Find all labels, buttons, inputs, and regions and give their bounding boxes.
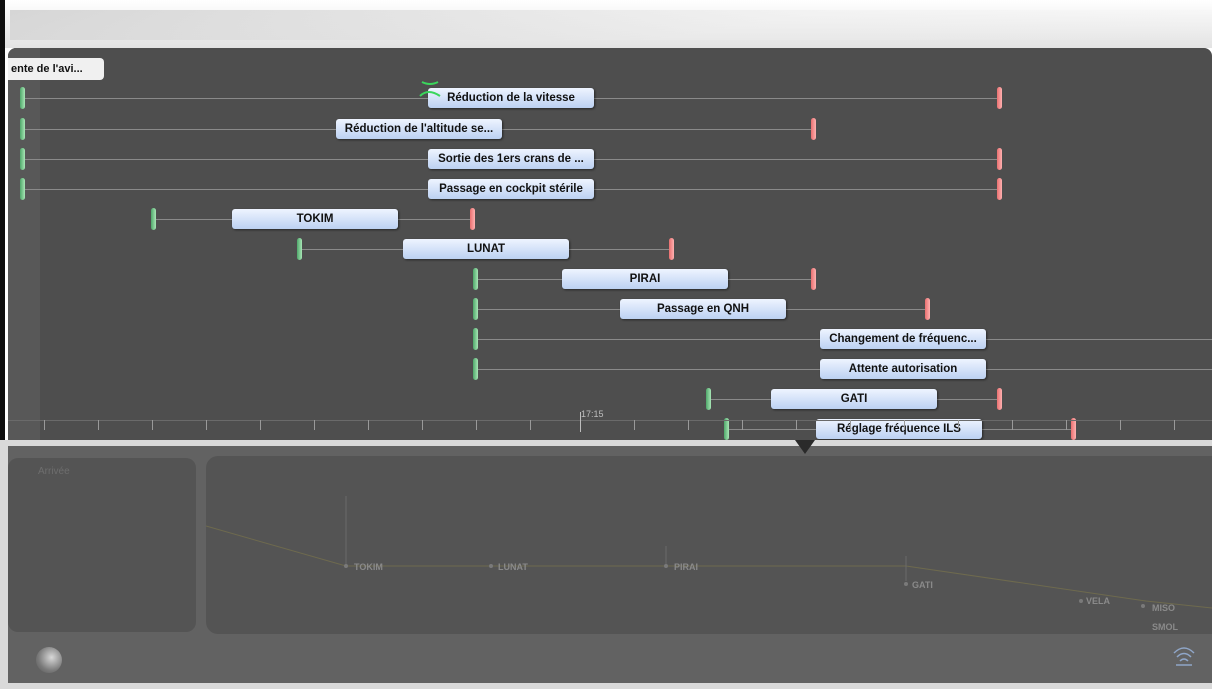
start-marker[interactable] [20, 178, 25, 200]
axis-tick [1012, 420, 1013, 430]
axis-tick [1066, 420, 1067, 430]
waypoint-label: VELA [1086, 596, 1111, 606]
axis-tick [422, 420, 423, 430]
end-marker[interactable] [470, 208, 475, 230]
axis-tick [634, 420, 635, 430]
end-marker[interactable] [997, 388, 1002, 410]
axis-tick [904, 420, 905, 430]
start-marker[interactable] [473, 298, 478, 320]
start-marker[interactable] [20, 148, 25, 170]
axis-tick [476, 420, 477, 430]
axis-tick [314, 420, 315, 430]
axis-tick [1174, 420, 1175, 430]
time-axis[interactable]: 17:15 [8, 409, 1212, 440]
axis-tick [260, 420, 261, 430]
start-marker[interactable] [20, 87, 25, 109]
end-marker[interactable] [811, 268, 816, 290]
event-label[interactable]: Réduction de l'altitude se... [336, 119, 502, 139]
minimap-route [206, 496, 1212, 609]
axis-tick [44, 420, 45, 430]
time-axis-line [8, 420, 1212, 421]
axis-tick [742, 420, 743, 430]
waypoint-label: GATI [912, 580, 933, 590]
axis-tick [796, 420, 797, 430]
wireless-icon[interactable] [1170, 643, 1198, 671]
end-marker[interactable] [997, 148, 1002, 170]
event-label[interactable]: LUNAT [403, 239, 569, 259]
start-marker[interactable] [473, 268, 478, 290]
event-label[interactable]: GATI [771, 389, 937, 409]
collapse-arrow-icon[interactable] [795, 440, 815, 454]
axis-tick [958, 420, 959, 430]
globe-icon[interactable] [36, 647, 62, 673]
start-marker[interactable] [297, 238, 302, 260]
first-row-label[interactable]: ente de l'avi... [8, 58, 104, 80]
axis-tick [368, 420, 369, 430]
minimap-left-panel[interactable]: Arrivée [8, 458, 196, 632]
waypoint-label: SMOL [1152, 622, 1178, 632]
waypoint-label: PIRAI [674, 562, 699, 572]
event-label[interactable]: Réduction de la vitesse [428, 88, 594, 108]
axis-tick [1120, 420, 1121, 430]
end-marker[interactable] [997, 87, 1002, 109]
event-label[interactable]: TOKIM [232, 209, 398, 229]
end-marker[interactable] [997, 178, 1002, 200]
waypoint-label: MISO [1152, 603, 1176, 613]
start-marker[interactable] [473, 328, 478, 350]
start-marker[interactable] [20, 118, 25, 140]
end-marker[interactable] [669, 238, 674, 260]
axis-tick [98, 420, 99, 430]
minimap-title: Arrivée [38, 466, 70, 477]
axis-tick [850, 420, 851, 430]
waypoint-label: TOKIM [354, 562, 383, 572]
time-axis-label: 17:15 [581, 409, 604, 419]
timeline-panel[interactable]: ente de l'avi... Réduction de la vitesse… [8, 48, 1212, 440]
event-label[interactable]: Passage en cockpit stérile [428, 179, 594, 199]
axis-tick [152, 420, 153, 430]
axis-tick [530, 420, 531, 430]
event-label[interactable]: PIRAI [562, 269, 728, 289]
start-marker[interactable] [151, 208, 156, 230]
axis-tick [688, 420, 689, 430]
event-label[interactable]: Attente autorisation [820, 359, 986, 379]
axis-tick [206, 420, 207, 430]
start-marker[interactable] [706, 388, 711, 410]
end-marker[interactable] [811, 118, 816, 140]
event-label[interactable]: Passage en QNH [620, 299, 786, 319]
event-label[interactable]: Sortie des 1ers crans de ... [428, 149, 594, 169]
event-label[interactable]: Changement de fréquenc... [820, 329, 986, 349]
end-marker[interactable] [925, 298, 930, 320]
minimap-main-panel[interactable]: TOKIM LUNAT PIRAI GATI VELA MISO SMOL [206, 456, 1212, 634]
window-left-edge [0, 0, 5, 440]
waypoint-label: LUNAT [498, 562, 528, 572]
window-top-strip [0, 0, 1212, 48]
drag-cursor-icon [419, 81, 441, 97]
start-marker[interactable] [473, 358, 478, 380]
